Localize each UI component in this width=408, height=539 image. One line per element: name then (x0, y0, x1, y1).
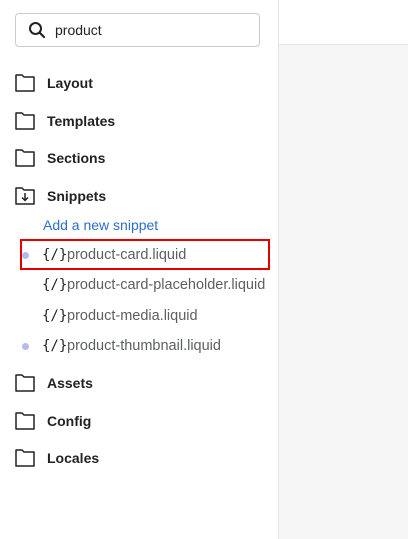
folder-label: Templates (47, 113, 116, 129)
file-product-card-placeholder[interactable]: {/} product-card-placeholder.liquid (0, 273, 278, 297)
liquid-code-icon: {/} (42, 277, 68, 293)
liquid-code-icon: {/} (42, 308, 68, 324)
search-input[interactable] (55, 22, 245, 38)
folder-label: Sections (47, 150, 106, 166)
folder-snippets[interactable]: Snippets (15, 185, 106, 207)
folder-icon (15, 412, 35, 430)
folder-label: Config (47, 413, 92, 429)
folder-icon (15, 112, 35, 130)
folder-config[interactable]: Config (15, 410, 91, 432)
folder-icon (15, 449, 35, 467)
liquid-code-icon: {/} (42, 338, 68, 354)
file-product-media[interactable]: {/} product-media.liquid (0, 304, 278, 328)
add-snippet-link[interactable]: Add a new snippet (43, 217, 158, 233)
folder-label: Assets (47, 375, 93, 391)
folder-icon (15, 74, 35, 92)
file-name: product-media.liquid (67, 308, 198, 324)
folder-label: Layout (47, 75, 93, 91)
search-box[interactable] (15, 13, 260, 47)
editor-area (279, 45, 408, 539)
folder-icon (15, 374, 35, 392)
folder-assets[interactable]: Assets (15, 372, 93, 394)
folder-sections[interactable]: Sections (15, 147, 105, 169)
file-name: product-thumbnail.liquid (67, 338, 221, 354)
file-name: product-card-placeholder.liquid (67, 277, 266, 293)
file-sidebar: Layout Templates Sections Snippets Add a… (0, 0, 278, 539)
editor-tab-bar (279, 0, 408, 45)
folder-locales[interactable]: Locales (15, 447, 99, 469)
modified-indicator (22, 343, 29, 350)
selection-highlight-box (20, 239, 270, 270)
folder-icon (15, 149, 35, 167)
folder-templates[interactable]: Templates (15, 110, 115, 132)
folder-label: Locales (47, 450, 100, 466)
folder-layout[interactable]: Layout (15, 72, 93, 94)
folder-open-icon (15, 187, 35, 205)
search-icon (28, 21, 46, 39)
file-product-thumbnail[interactable]: {/} product-thumbnail.liquid (0, 334, 278, 358)
folder-label: Snippets (47, 188, 107, 204)
